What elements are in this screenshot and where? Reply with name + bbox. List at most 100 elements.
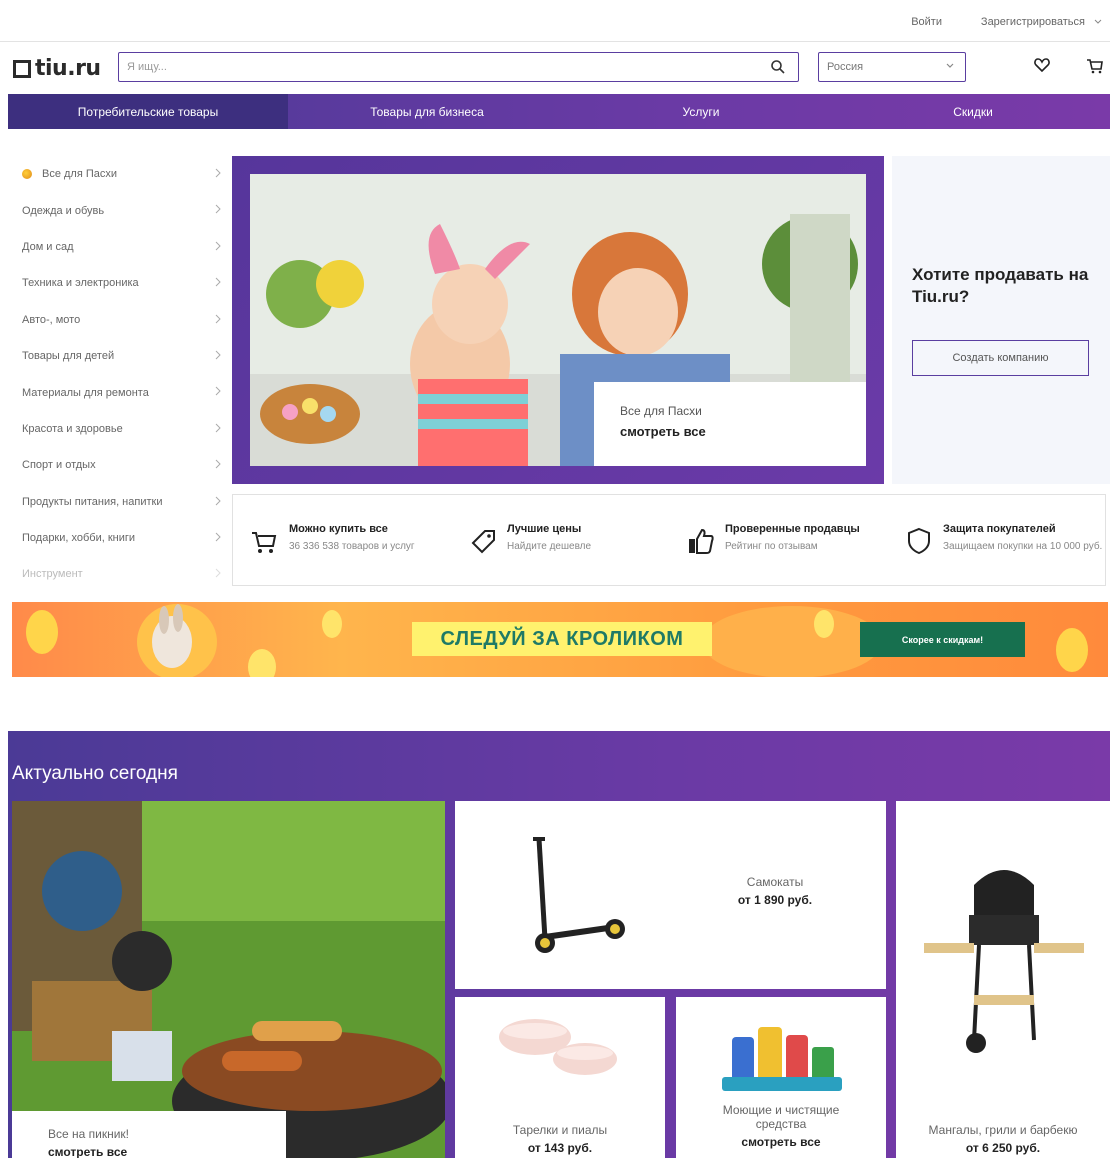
logo[interactable]: tiu.ru xyxy=(13,56,101,81)
nav-consumer-goods[interactable]: Потребительские товары xyxy=(8,94,288,129)
chevron-right-icon xyxy=(215,459,221,469)
chevron-right-icon xyxy=(215,496,221,505)
register-label: Зарегистрироваться xyxy=(980,16,1085,28)
sell-panel: Хотите продавать на Tiu.ru? Создать комп… xyxy=(892,156,1110,484)
features-strip: Можно купить все 36 336 538 товаров и ус… xyxy=(232,494,1106,586)
section-heading: Актуально сегодня xyxy=(12,763,178,784)
tile-price: от 6 250 руб. xyxy=(965,1141,1041,1155)
category-sidebar: Все для Пасхи Одежда и обувь Дом и сад Т… xyxy=(14,156,224,593)
sidebar-item-label: Инструмент xyxy=(22,568,83,581)
tile-title: Мангалы, грили и барбекю xyxy=(928,1123,1078,1137)
header: tiu.ru Я ищу... Россия xyxy=(0,42,1110,94)
hero-caption[interactable]: Все для Пасхи смотреть все xyxy=(594,382,866,466)
chevron-right-icon xyxy=(215,314,221,323)
tile-cleaning[interactable]: Моющие и чистящие средства смотреть все xyxy=(676,997,886,1158)
create-company-button[interactable]: Создать компанию xyxy=(912,340,1089,376)
tile-title: Самокаты xyxy=(746,875,804,889)
tile-see-all-link[interactable]: смотреть все xyxy=(48,1145,250,1158)
top-bar: Войти Зарегистрироваться xyxy=(0,0,1110,42)
sidebar-item-beauty[interactable]: Красота и здоровье xyxy=(14,411,224,447)
nav-discounts[interactable]: Скидки xyxy=(836,94,1110,129)
search-icon[interactable] xyxy=(770,59,786,75)
promo-banner[interactable]: СЛЕДУЙ ЗА КРОЛИКОМ Скорее к скидкам! xyxy=(12,602,1108,677)
picnic-illustration xyxy=(12,801,445,1158)
logo-square-icon xyxy=(13,59,31,78)
sidebar-item-easter[interactable]: Все для Пасхи xyxy=(14,156,224,192)
sidebar-item-label: Красота и здоровье xyxy=(22,422,123,435)
promo-label: СЛЕДУЙ ЗА КРОЛИКОМ xyxy=(412,622,712,656)
feature-title: Лучшие цены xyxy=(507,523,582,535)
nav-services[interactable]: Услуги xyxy=(566,94,836,129)
cart-icon[interactable] xyxy=(1085,56,1105,76)
promo-cta-button[interactable]: Скорее к скидкам! xyxy=(860,622,1025,657)
tile-price: от 1 890 руб. xyxy=(737,893,813,907)
sidebar-item-tools[interactable]: Инструмент xyxy=(14,556,224,592)
chevron-right-icon xyxy=(215,168,221,178)
region-select[interactable]: Россия xyxy=(818,52,966,82)
sidebar-item-label: Все для Пасхи xyxy=(42,168,118,181)
sidebar-item-home-garden[interactable]: Дом и сад xyxy=(14,229,224,265)
sidebar-item-auto[interactable]: Авто-, мото xyxy=(14,302,224,338)
feature-subtitle: Рейтинг по отзывам xyxy=(725,541,818,552)
tile-title: Тарелки и пиалы xyxy=(512,1123,608,1137)
nav-business-goods[interactable]: Товары для бизнеса xyxy=(288,94,566,129)
easter-egg-icon xyxy=(22,169,32,180)
sidebar-item-label: Техника и электроника xyxy=(22,277,139,290)
sidebar-item-label: Одежда и обувь xyxy=(22,204,105,217)
feature-title: Защита покупателей xyxy=(943,523,1056,535)
hero-banner[interactable]: Все для Пасхи смотреть все xyxy=(232,156,884,484)
plates-text: Тарелки и пиалы от 143 руб. xyxy=(455,1123,665,1155)
today-section: Актуально сегодня Все на пикник! смотрет… xyxy=(8,731,1110,1158)
heart-icon[interactable] xyxy=(1033,56,1051,74)
feature-title: Можно купить все xyxy=(289,523,388,535)
feature-buyer-protection: Защита покупателей Защищаем покупки на 1… xyxy=(887,523,1105,557)
sidebar-item-kids[interactable]: Товары для детей xyxy=(14,338,224,374)
feature-title: Проверенные продавцы xyxy=(725,523,860,535)
tile-scooters[interactable]: Самокаты от 1 890 руб. xyxy=(455,801,886,989)
grills-text: Мангалы, грили и барбекю от 6 250 руб. xyxy=(896,1123,1110,1155)
feature-best-prices: Лучшие цены Найдите дешевле xyxy=(451,523,669,557)
sidebar-item-label: Товары для детей xyxy=(22,350,115,363)
sidebar-item-food[interactable]: Продукты питания, напитки xyxy=(14,484,224,520)
grill-illustration xyxy=(924,870,1084,1053)
chevron-right-icon xyxy=(215,205,221,214)
register-link[interactable]: Зарегистрироваться xyxy=(981,16,1102,28)
sidebar-item-label: Спорт и отдых xyxy=(22,459,96,472)
sidebar-item-sport[interactable]: Спорт и отдых xyxy=(14,447,224,483)
sidebar-item-label: Продукты питания, напитки xyxy=(22,495,163,508)
sidebar-item-repair[interactable]: Материалы для ремонта xyxy=(14,374,224,410)
price-tag-icon xyxy=(471,530,495,554)
feature-subtitle: Защищаем покупки на 10 000 руб. xyxy=(943,541,1103,552)
feature-subtitle: Найдите дешевле xyxy=(507,541,592,552)
sidebar-item-gifts[interactable]: Подарки, хобби, книги xyxy=(14,520,224,556)
sidebar-item-clothes[interactable]: Одежда и обувь xyxy=(14,192,224,228)
main-nav: Потребительские товары Товары для бизнес… xyxy=(8,94,1110,129)
tile-plates[interactable]: Тарелки и пиалы от 143 руб. xyxy=(455,997,665,1158)
tile-picnic[interactable]: Все на пикник! смотреть все xyxy=(12,801,445,1158)
tile-grills[interactable]: Мангалы, грили и барбекю от 6 250 руб. xyxy=(896,801,1110,1158)
feature-buy-everything: Можно купить все 36 336 538 товаров и ус… xyxy=(233,523,451,557)
chevron-down-icon xyxy=(946,63,954,68)
tile-see-all-link[interactable]: смотреть все xyxy=(696,1135,866,1149)
tile-price: от 143 руб. xyxy=(527,1141,593,1155)
tile-title: Моющие и чистящие средства xyxy=(722,1103,840,1131)
scooters-text: Самокаты от 1 890 руб. xyxy=(705,875,845,907)
region-value: Россия xyxy=(827,61,864,73)
sidebar-item-label: Дом и сад xyxy=(22,240,74,253)
sidebar-item-electronics[interactable]: Техника и электроника xyxy=(14,265,224,301)
shield-icon xyxy=(908,527,930,555)
login-link[interactable]: Войти xyxy=(911,16,942,28)
sidebar-item-label: Материалы для ремонта xyxy=(22,386,149,399)
chevron-right-icon xyxy=(215,350,221,360)
cleaning-text: Моющие и чистящие средства смотреть все xyxy=(696,1103,866,1149)
hero-see-all-link[interactable]: смотреть все xyxy=(620,424,840,439)
scooter-illustration xyxy=(533,837,625,953)
feature-subtitle: 36 336 538 товаров и услуг xyxy=(289,541,415,552)
cleaning-illustration xyxy=(722,1027,842,1091)
picnic-caption: Все на пикник! смотреть все xyxy=(12,1111,286,1158)
chevron-right-icon xyxy=(215,423,221,433)
cart-icon xyxy=(252,532,277,553)
sidebar-item-label: Подарки, хобби, книги xyxy=(22,532,136,545)
search-input[interactable]: Я ищу... xyxy=(118,52,799,82)
chevron-right-icon xyxy=(215,386,221,396)
